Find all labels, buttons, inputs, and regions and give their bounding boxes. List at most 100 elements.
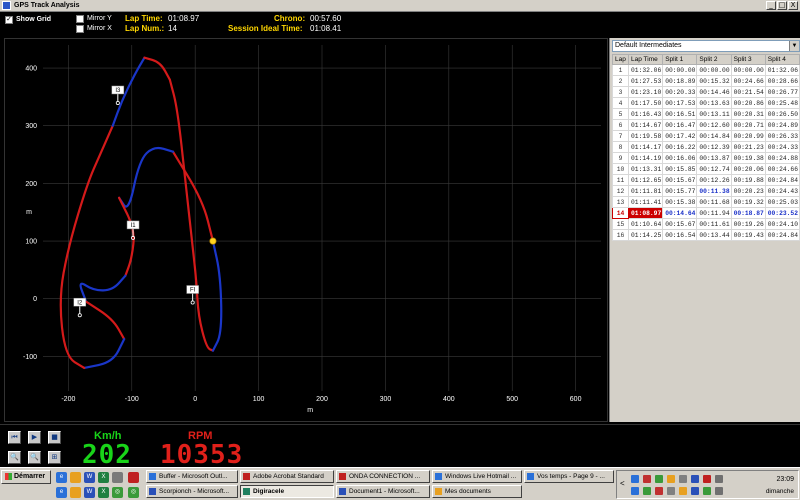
marker-label: I3 — [115, 88, 121, 94]
folder-icon-2[interactable] — [70, 487, 81, 498]
table-cell: 00:20.23 — [730, 185, 766, 197]
tray-app-icon-10[interactable] — [715, 487, 723, 495]
column-header[interactable]: Lap — [612, 54, 629, 65]
rpm-readout: 10353 — [160, 440, 244, 470]
table-cell: 00:15.67 — [662, 174, 698, 186]
tray-app-icon-8[interactable] — [691, 487, 699, 495]
table-row[interactable]: 7 01:19.58 00:17.42 00:14.84 00:20.99 00:26.3… — [612, 130, 800, 142]
column-header[interactable]: Split 3 — [730, 54, 766, 65]
track-plot-svg[interactable]: -200 -100 0 100 200 300 400 500 600 -100 0 100 200 30… — [5, 39, 609, 423]
table-row[interactable]: 6 01:14.67 00:16.47 00:12.60 00:20.71 00:24.8… — [612, 119, 800, 131]
chevron-down-icon[interactable]: ▼ — [789, 41, 799, 51]
close-button[interactable]: X — [788, 1, 798, 10]
tray-app-icon-7[interactable] — [679, 487, 687, 495]
network-icon[interactable] — [631, 475, 639, 483]
messenger-tray-icon[interactable] — [655, 475, 663, 483]
rewind-button[interactable]: ⏮ — [8, 431, 21, 444]
table-row[interactable]: 5 01:16.43 00:16.51 00:13.11 00:20.31 00:26.5… — [612, 108, 800, 120]
minimize-button[interactable]: _ — [766, 1, 776, 10]
column-header[interactable]: Split 2 — [696, 54, 732, 65]
table-row[interactable]: 1 01:32.06 00:00.00 00:00.00 00:00.00 01:32.0… — [612, 64, 800, 76]
task-hotmail[interactable]: Windows Live Hotmail ... — [432, 470, 522, 483]
messenger-icon-2[interactable]: ◎ — [128, 487, 139, 498]
table-cell: 00:19.38 — [730, 152, 766, 164]
y-tick-label: 100 — [25, 239, 37, 246]
lap-number-cell: 15 — [612, 218, 629, 230]
x-tick-label: -200 — [61, 396, 75, 403]
tray-app-icon-6[interactable] — [667, 487, 675, 495]
table-row[interactable]: 10 01:13.31 00:15.85 00:12.74 00:20.06 00:24.… — [612, 163, 800, 175]
task-onda-connection[interactable]: ONDA CONNECTION ... — [336, 470, 430, 483]
zoom-in-button[interactable]: 🔍 — [8, 451, 21, 464]
table-cell: 01:32.06 — [627, 64, 664, 76]
table-row[interactable]: 8 01:14.17 00:16.22 00:12.39 00:21.23 00:24.3… — [612, 141, 800, 153]
table-cell: 00:24.89 — [764, 119, 800, 131]
mirror-x-checkbox[interactable] — [76, 25, 84, 33]
task-vos-temps[interactable]: Vos temps - Page 9 - ... — [524, 470, 614, 483]
table-row[interactable]: 2 01:27.53 00:18.89 00:15.32 00:24.66 00:28.6… — [612, 75, 800, 87]
clock[interactable]: 23:09 — [776, 476, 794, 483]
y-tick-label: 200 — [25, 181, 37, 188]
tray-app-icon[interactable] — [667, 475, 675, 483]
tray-app-icon-5[interactable] — [655, 487, 663, 495]
table-cell: 00:16.54 — [662, 229, 698, 241]
folder-icon[interactable] — [70, 472, 81, 483]
volume-icon[interactable] — [679, 475, 687, 483]
maximize-button[interactable]: □ — [777, 1, 787, 10]
intermediates-dropdown[interactable]: Default Intermediates ▼ — [612, 40, 800, 52]
stop-button[interactable]: ■ — [48, 431, 61, 444]
column-header[interactable]: Split 4 — [764, 54, 800, 65]
task-document1[interactable]: Document1 - Microsoft... — [336, 485, 430, 498]
table-row[interactable]: 14 01:08.97 00:14.64 00:11.94 00:18.87 00:23.… — [612, 207, 800, 219]
task-digiracele[interactable]: Digiracele — [240, 485, 334, 498]
track-plot[interactable]: -200 -100 0 100 200 300 400 500 600 -100 0 100 200 30… — [4, 38, 608, 422]
word-icon-2[interactable]: W — [84, 487, 95, 498]
column-header[interactable]: Split 1 — [662, 54, 698, 65]
tray-app-icon-2[interactable] — [715, 475, 723, 483]
messenger-icon[interactable]: ◎ — [112, 487, 123, 498]
table-row[interactable]: 16 01:14.25 00:16.54 00:13.44 00:19.43 00:24.… — [612, 229, 800, 241]
laps-table: Lap Lap Time Split 1 Split 2 Split 3 Split 4 … — [612, 54, 800, 241]
play-button[interactable]: ▶ — [28, 431, 41, 444]
task-mes-documents[interactable]: Mes documents — [432, 485, 522, 498]
zoom-fit-button[interactable]: ⊞ — [48, 451, 61, 464]
table-row[interactable]: 9 01:14.19 00:16.06 00:13.87 00:19.38 00:24.8… — [612, 152, 800, 164]
app-quicklaunch-icon[interactable] — [112, 472, 123, 483]
bluetooth-icon[interactable] — [691, 475, 699, 483]
zoom-out-button[interactable]: 🔍 — [28, 451, 41, 464]
antivirus-icon[interactable] — [643, 475, 651, 483]
ie-icon[interactable]: e — [56, 472, 67, 483]
y-tick-label: 0 — [33, 296, 37, 303]
table-row[interactable]: 4 01:17.50 00:17.53 00:13.63 00:20.86 00:25.4… — [612, 97, 800, 109]
show-grid-checkbox[interactable]: ✓ — [5, 16, 13, 24]
table-row[interactable]: 11 01:12.65 00:15.67 00:12.26 00:19.88 00:24.… — [612, 174, 800, 186]
excel-icon[interactable]: X — [98, 472, 109, 483]
table-row[interactable]: 12 01:11.81 00:15.77 00:11.38 00:20.23 00:24.… — [612, 185, 800, 197]
tray-app-icon-4[interactable] — [643, 487, 651, 495]
table-row[interactable]: 15 01:10.64 00:15.67 00:11.61 00:19.26 00:24.… — [612, 218, 800, 230]
track-segment-11 — [143, 56, 171, 81]
tray-app-icon-3[interactable] — [631, 487, 639, 495]
laps-table-header: Lap Lap Time Split 1 Split 2 Split 3 Split 4 — [612, 54, 800, 65]
table-cell: 00:14.84 — [696, 130, 732, 142]
task-acrobat[interactable]: Adobe Acrobat Standard — [240, 470, 334, 483]
word-icon[interactable]: W — [84, 472, 95, 483]
task-outlook-buffer[interactable]: Buffer - Microsoft Outl... — [146, 470, 238, 483]
table-cell: 00:18.89 — [662, 75, 698, 87]
column-header[interactable]: Lap Time — [627, 54, 664, 65]
table-cell: 00:15.85 — [662, 163, 698, 175]
track-segment-2 — [211, 239, 223, 352]
start-button[interactable]: Démarrer — [1, 470, 51, 484]
tray-expand-icon[interactable]: < — [620, 479, 625, 488]
table-row[interactable]: 3 01:23.10 00:20.33 00:14.46 00:21.54 00:26.7… — [612, 86, 800, 98]
excel-icon-2[interactable]: X — [98, 487, 109, 498]
ie-icon-2[interactable]: e — [56, 487, 67, 498]
table-row[interactable]: 13 01:11.41 00:15.38 00:11.68 00:19.32 00:25.… — [612, 196, 800, 208]
x-axis-label: m — [307, 407, 313, 414]
table-cell: 00:20.31 — [730, 108, 766, 120]
mirror-y-checkbox[interactable] — [76, 15, 84, 23]
media-icon[interactable] — [128, 472, 139, 483]
task-scorpionch[interactable]: Scorpionch - Microsoft... — [146, 485, 238, 498]
gmail-icon[interactable] — [703, 475, 711, 483]
tray-app-icon-9[interactable] — [703, 487, 711, 495]
